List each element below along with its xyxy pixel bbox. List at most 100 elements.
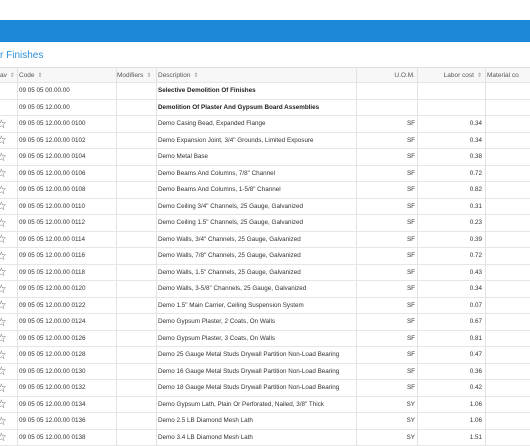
- code-cell: 09 05 05 12.00.00 0128: [19, 347, 115, 363]
- favorite-cell: ☆: [0, 199, 17, 215]
- favorite-cell: ☆: [0, 347, 17, 363]
- description-cell: Demo Beams And Columns, 7/8" Channel: [158, 166, 354, 182]
- favorite-star-icon[interactable]: ☆: [0, 382, 7, 394]
- favorite-star-icon[interactable]: ☆: [0, 266, 7, 278]
- labor-cost-cell: 0.38: [420, 149, 482, 165]
- favorite-cell: ☆: [0, 116, 17, 132]
- favorite-star-icon[interactable]: ☆: [0, 365, 7, 377]
- labor-cost-cell: 0.42: [420, 380, 482, 396]
- sort-icon: ⇕: [146, 72, 151, 79]
- header-favorite[interactable]: av⇕: [0, 68, 17, 82]
- table-row[interactable]: ☆09 05 05 12.00.00 0104Demo Metal BaseSF…: [0, 149, 530, 166]
- modifiers-cell: [117, 166, 155, 182]
- favorite-star-icon[interactable]: ☆: [0, 431, 7, 443]
- uom-cell: SF: [357, 364, 416, 380]
- favorite-cell: ☆: [0, 149, 17, 165]
- favorite-star-icon[interactable]: ☆: [0, 200, 7, 212]
- header-labor-cost[interactable]: Labor cost⇕: [420, 68, 482, 82]
- table-row[interactable]: ☆09 05 05 12.00.00 0124Demo Gypsum Plast…: [0, 314, 530, 331]
- table-row[interactable]: ☆ 09 05 05 12.00.00 0138 Demo 3.4 LB Diamo…: [0, 430, 530, 446]
- code-cell: 09 05 05 12.00.00 0114: [19, 232, 115, 248]
- favorite-cell: ☆: [0, 298, 17, 314]
- code-cell: 09 05 05 12.00.00 0118: [19, 265, 115, 281]
- favorite-star-icon[interactable]: ☆: [0, 332, 7, 344]
- sort-icon: ⇕: [38, 72, 43, 79]
- uom-cell: SF: [357, 331, 416, 347]
- favorite-star-icon[interactable]: ☆: [0, 299, 7, 311]
- favorite-star-icon[interactable]: ☆: [0, 415, 7, 427]
- favorite-star-icon[interactable]: ☆: [0, 233, 7, 245]
- modifiers-cell: [117, 182, 155, 198]
- labor-cost-cell: 1.06: [420, 413, 482, 429]
- code-cell: 09 05 05 12.00.00 0132: [19, 380, 115, 396]
- header-uom[interactable]: U.O.M.: [357, 68, 416, 82]
- favorite-cell: ☆: [0, 215, 17, 231]
- table-row[interactable]: ☆09 05 05 12.00.00 0106Demo Beams And Co…: [0, 166, 530, 183]
- top-band: [0, 0, 530, 20]
- column-divider: [156, 67, 157, 446]
- favorite-cell: ☆: [0, 248, 17, 264]
- labor-cost-cell: 0.72: [420, 248, 482, 264]
- favorite-star-icon[interactable]: ☆: [0, 217, 7, 229]
- uom-cell: SF: [357, 182, 416, 198]
- favorite-star-icon[interactable]: ☆: [0, 398, 7, 410]
- favorite-star-icon[interactable]: ☆: [0, 118, 7, 130]
- table-row[interactable]: 09 05 05 00.00.00Selective Demolition Of…: [0, 83, 530, 100]
- favorite-star-icon[interactable]: ☆: [0, 250, 7, 262]
- description-cell: Demo Expansion Joint, 3/4" Grounds, Limi…: [158, 133, 354, 149]
- modifiers-cell: [117, 133, 155, 149]
- favorite-star-icon[interactable]: ☆: [0, 316, 7, 328]
- material-cost-cell: [487, 413, 530, 429]
- table-row[interactable]: ☆09 05 05 12.00.00 0122Demo 1.5" Main Ca…: [0, 298, 530, 315]
- header-modifiers[interactable]: Modifiers⇕: [117, 68, 155, 82]
- table-body: 09 05 05 00.00.00Selective Demolition Of…: [0, 83, 530, 446]
- uom-cell: SF: [357, 232, 416, 248]
- code-cell: 09 05 05 12.00.00 0138: [19, 430, 115, 446]
- header-code-label: Code: [19, 72, 35, 79]
- table-row[interactable]: ☆09 05 05 12.00.00 0114Demo Walls, 3/4" …: [0, 232, 530, 249]
- favorite-star-icon[interactable]: ☆: [0, 184, 7, 196]
- table-row[interactable]: ☆09 05 05 12.00.00 0132Demo 18 Gauge Met…: [0, 380, 530, 397]
- table-row[interactable]: ☆09 05 05 12.00.00 0118Demo Walls, 1.5" …: [0, 265, 530, 282]
- description-cell: Selective Demolition Of Finishes: [158, 83, 354, 99]
- uom-cell: SF: [357, 298, 416, 314]
- favorite-star-icon[interactable]: ☆: [0, 283, 7, 295]
- favorite-star-icon[interactable]: ☆: [0, 167, 7, 179]
- code-cell: 09 05 05 12.00.00 0116: [19, 248, 115, 264]
- table-row[interactable]: ☆09 05 05 12.00.00 0128Demo 25 Gauge Met…: [0, 347, 530, 364]
- header-material-cost[interactable]: Material co: [487, 68, 530, 82]
- table-row[interactable]: ☆09 05 05 12.00.00 0130Demo 16 Gauge Met…: [0, 364, 530, 381]
- header-description[interactable]: Description⇕: [158, 68, 354, 82]
- table-row[interactable]: 09 05 05 12.00.00Demolition Of Plaster A…: [0, 100, 530, 117]
- table-row[interactable]: ☆09 05 05 12.00.00 0108Demo Beams And Co…: [0, 182, 530, 199]
- favorite-star-icon[interactable]: ☆: [0, 134, 7, 146]
- modifiers-cell: [117, 83, 155, 99]
- table-row[interactable]: ☆09 05 05 12.00.00 0134Demo Gypsum Lath,…: [0, 397, 530, 414]
- favorite-star-icon[interactable]: ☆: [0, 151, 7, 163]
- material-cost-cell: [487, 380, 530, 396]
- table-row[interactable]: ☆09 05 05 12.00.00 0100Demo Casing Bead,…: [0, 116, 530, 133]
- table-row[interactable]: ☆09 05 05 12.00.00 0102Demo Expansion Jo…: [0, 133, 530, 150]
- favorite-star-icon[interactable]: ☆: [0, 349, 7, 361]
- sort-icon: ⇕: [477, 72, 482, 79]
- table-row[interactable]: ☆09 05 05 12.00.00 0116Demo Walls, 7/8" …: [0, 248, 530, 265]
- table-row[interactable]: ☆09 05 05 12.00.00 0112Demo Ceiling 1.5"…: [0, 215, 530, 232]
- modifiers-cell: [117, 347, 155, 363]
- code-cell: 09 05 05 12.00.00: [19, 100, 115, 116]
- modifiers-cell: [117, 199, 155, 215]
- favorite-cell: ☆: [0, 314, 17, 330]
- table-row[interactable]: ☆09 05 05 12.00.00 0136Demo 2.5 LB Diamo…: [0, 413, 530, 430]
- description-cell: Demo 3.4 LB Diamond Mesh Lath: [158, 430, 354, 446]
- header-code[interactable]: Code⇕: [19, 68, 115, 82]
- description-cell: Demo Ceiling 3/4" Channels, 25 Gauge, Ga…: [158, 199, 354, 215]
- uom-cell: SF: [357, 166, 416, 182]
- modifiers-cell: [117, 248, 155, 264]
- code-cell: 09 05 05 12.00.00 0122: [19, 298, 115, 314]
- header-material-label: Material co: [487, 72, 519, 79]
- material-cost-cell: [487, 232, 530, 248]
- table-row[interactable]: ☆09 05 05 12.00.00 0120Demo Walls, 3-5/8…: [0, 281, 530, 298]
- table-row[interactable]: ☆09 05 05 12.00.00 0126Demo Gypsum Plast…: [0, 331, 530, 348]
- code-cell: 09 05 05 12.00.00 0104: [19, 149, 115, 165]
- description-cell: Demo Ceiling 1.5" Channels, 25 Gauge, Ga…: [158, 215, 354, 231]
- table-row[interactable]: ☆09 05 05 12.00.00 0110Demo Ceiling 3/4"…: [0, 199, 530, 216]
